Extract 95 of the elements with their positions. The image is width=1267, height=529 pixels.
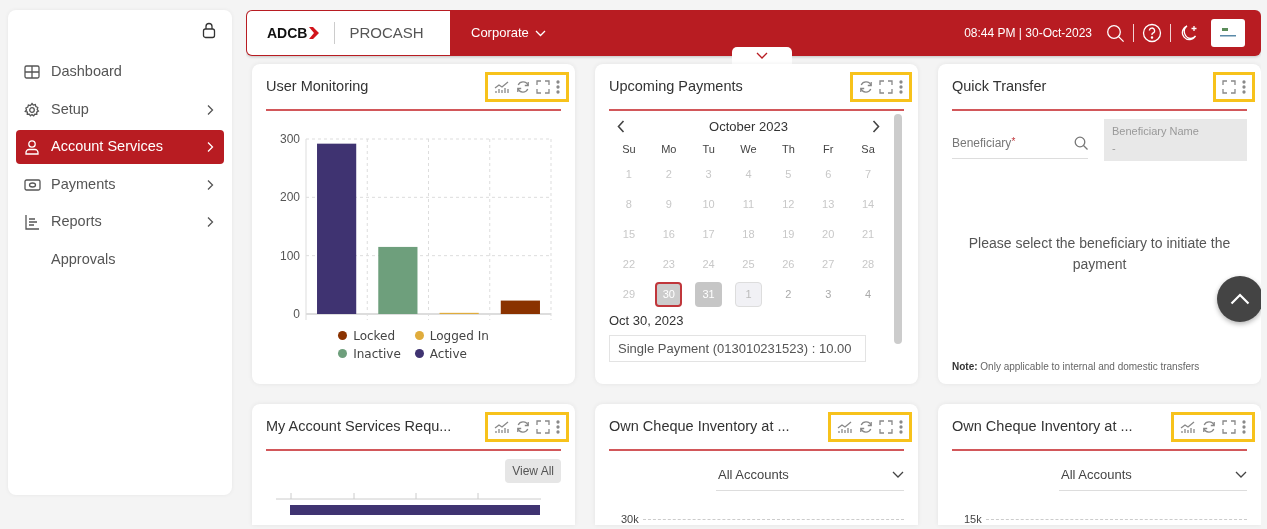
chart-line-icon[interactable]	[494, 419, 510, 434]
calendar-day[interactable]: 1	[735, 282, 762, 307]
sidebar-item[interactable]: Dashboard	[16, 55, 224, 89]
axis-tick-label: 100	[279, 248, 300, 263]
refresh-icon[interactable]	[1202, 419, 1216, 434]
empty-message: Please select the beneficiary to initiate the payment	[967, 234, 1232, 274]
legend-item: Inactive	[338, 345, 401, 363]
legend-item: Logged In	[414, 327, 489, 345]
note-text: Note: Only applicable to internal and domestic transfers	[952, 360, 1200, 374]
calendar-day[interactable]: 31	[695, 282, 723, 307]
sidebar-item[interactable]: Payments	[16, 167, 224, 202]
more-icon[interactable]	[556, 419, 560, 434]
axis-tick-label: 0	[293, 307, 300, 321]
weekday-label: Fr	[822, 141, 835, 157]
scrollbar[interactable]	[894, 114, 902, 344]
chevron-right-icon	[872, 120, 880, 134]
profile-picture[interactable]	[1211, 19, 1245, 47]
search-icon	[1074, 135, 1088, 150]
chart-line-icon[interactable]	[1180, 419, 1196, 434]
lock-icon[interactable]	[202, 22, 216, 39]
chevron-down-icon	[892, 471, 904, 478]
card-title: My Account Services Requ...	[266, 416, 453, 436]
refresh-icon[interactable]	[859, 419, 873, 434]
payment-row[interactable]: Single Payment (013010231523) : 10.00	[609, 334, 866, 362]
help-icon[interactable]	[1142, 23, 1162, 43]
chart-line-icon[interactable]	[494, 79, 510, 94]
weekday-label: We	[739, 141, 758, 157]
sidebar-item[interactable]: Approvals	[16, 242, 224, 277]
field-label: Beneficiary Name	[1112, 124, 1200, 139]
more-icon[interactable]	[1242, 79, 1246, 94]
account-filter-dropdown[interactable]: All Accounts	[716, 459, 904, 491]
sidebar-item[interactable]: Setup	[16, 92, 224, 127]
calendar-day[interactable]: 2	[774, 282, 802, 307]
calendar-month: October 2023	[709, 118, 788, 136]
more-icon[interactable]	[899, 79, 903, 94]
sidebar-item[interactable]: Reports	[16, 205, 224, 239]
chevron-left-icon	[617, 120, 625, 134]
calendar-day[interactable]: 4	[854, 282, 882, 307]
chevron-down-icon	[756, 52, 768, 59]
axis-tick-label: 15k	[964, 512, 982, 525]
chevron-down-icon	[534, 29, 546, 37]
person-icon	[24, 139, 41, 155]
expand-icon[interactable]	[879, 419, 893, 434]
chart-line-icon[interactable]	[837, 419, 853, 434]
card-title: Upcoming Payments	[609, 76, 744, 96]
previous-month-button[interactable]	[617, 120, 625, 134]
date-time: 08:44 PM | 30-Oct-2023	[964, 25, 1092, 42]
weekday-label: Su	[621, 141, 637, 157]
profile-image-icon	[1218, 26, 1238, 40]
legend-item: Active	[414, 345, 489, 363]
calendar-day[interactable]: 3	[814, 282, 842, 307]
more-icon[interactable]	[899, 419, 903, 434]
field-value: -	[1112, 140, 1117, 156]
dashboard-grid-icon	[24, 64, 41, 80]
date-heading: Oct 30, 2023	[609, 312, 685, 330]
gear-icon	[24, 101, 41, 118]
card-title: Own Cheque Inventory at ...	[952, 416, 1134, 436]
beneficiary-field[interactable]: Beneficiary*	[952, 127, 1088, 159]
chevron-down-icon	[1235, 471, 1247, 478]
entity-dropdown[interactable]: Corporate	[465, 22, 552, 44]
banknote-icon	[24, 176, 41, 193]
product-name: PROCASH	[334, 21, 424, 45]
legend-item: Locked	[338, 327, 401, 345]
expand-icon[interactable]	[1222, 79, 1236, 94]
chevron-up-icon	[1230, 293, 1250, 305]
moon-plus-icon[interactable]	[1179, 23, 1199, 43]
weekday-label: Mo	[660, 141, 678, 157]
more-icon[interactable]	[1242, 419, 1246, 434]
expand-icon[interactable]	[1222, 419, 1236, 434]
card-title: User Monitoring	[266, 76, 370, 96]
search-icon[interactable]	[1106, 23, 1125, 43]
refresh-icon[interactable]	[859, 79, 873, 94]
card-title: Own Cheque Inventory at ...	[609, 416, 791, 436]
card-title: Quick Transfer	[952, 76, 1048, 96]
axis-tick-label: 300	[279, 132, 300, 146]
weekday-label: Th	[780, 141, 796, 157]
axis-tick-label: 30k	[621, 512, 639, 525]
weekday-label: Sa	[860, 141, 876, 157]
view-all-button[interactable]: View All	[505, 459, 561, 483]
expand-icon[interactable]	[879, 79, 893, 94]
account-filter-dropdown[interactable]: All Accounts	[1059, 459, 1247, 491]
collapse-tab-button[interactable]	[732, 47, 792, 64]
list-chart-icon	[24, 214, 41, 230]
axis-tick-label: 200	[279, 190, 300, 205]
weekday-label: Tu	[701, 141, 716, 157]
next-month-button[interactable]	[872, 120, 880, 134]
sidebar-item[interactable]: Account Services	[16, 130, 224, 164]
more-icon[interactable]	[556, 79, 560, 94]
logo-text: ADCB	[267, 23, 308, 43]
expand-icon[interactable]	[536, 419, 550, 434]
logo-arrow-icon	[308, 26, 321, 40]
scroll-to-top-button[interactable]	[1217, 276, 1261, 322]
expand-icon[interactable]	[536, 79, 550, 94]
refresh-icon[interactable]	[516, 419, 530, 434]
refresh-icon[interactable]	[516, 79, 530, 94]
